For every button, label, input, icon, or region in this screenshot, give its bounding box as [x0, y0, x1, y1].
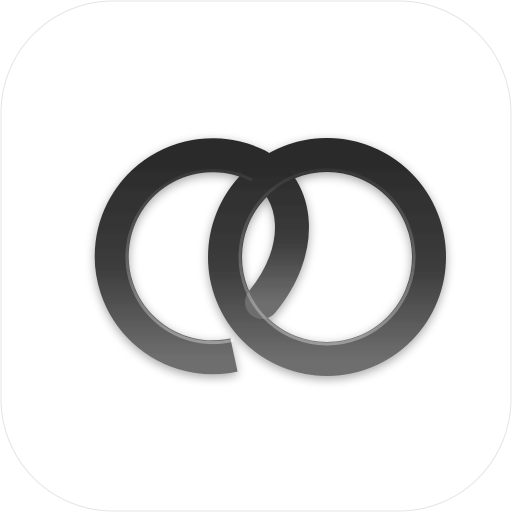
interlocking-rings-icon — [0, 0, 512, 512]
app-icon-canvas — [0, 0, 512, 512]
